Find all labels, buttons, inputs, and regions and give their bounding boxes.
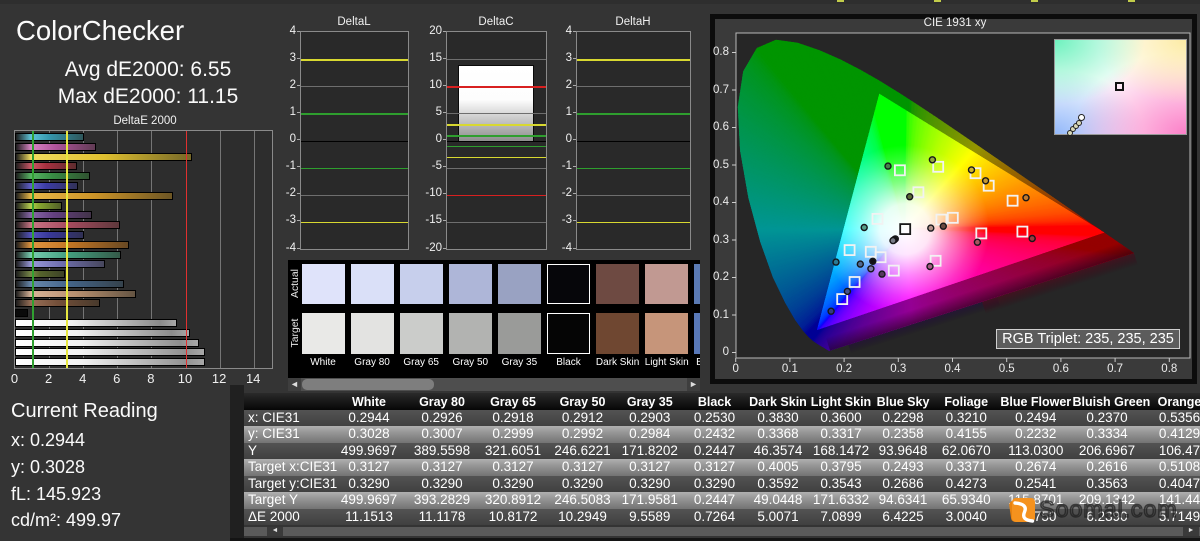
svg-text:Soomal.com: Soomal.com	[1039, 496, 1178, 522]
